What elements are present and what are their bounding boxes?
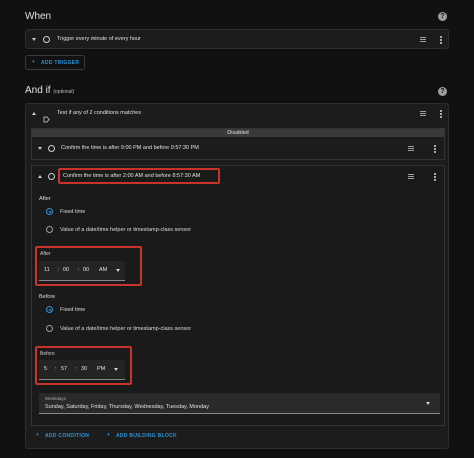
dropdown-arrow-icon[interactable] <box>114 368 118 371</box>
chevron-down-icon[interactable] <box>32 38 36 41</box>
after-second-input[interactable]: 00 <box>83 267 89 273</box>
before-minute-input[interactable]: 57 <box>61 366 67 372</box>
more-options-icon[interactable] <box>440 36 442 45</box>
after-time-picker[interactable]: 11 : 00 : 00 AM <box>39 261 125 281</box>
drag-handle-icon[interactable] <box>420 111 426 117</box>
after-hour-input[interactable]: 11 <box>44 267 50 273</box>
before-section-label: Before <box>39 294 56 300</box>
time-separator: : <box>75 366 77 372</box>
before-fixed-time-label: Fixed time <box>60 307 86 313</box>
chevron-up-icon[interactable] <box>32 112 36 115</box>
time-separator: : <box>78 267 80 273</box>
weekdays-label: Weekdays <box>45 396 66 401</box>
add-building-block-label: ADD BUILDING BLOCK <box>116 433 177 439</box>
or-condition-label: Test if any of 2 conditions matches <box>57 110 142 116</box>
before-fixed-time-radio[interactable] <box>46 306 53 313</box>
plus-icon: + <box>107 432 111 438</box>
clock-icon <box>48 173 55 180</box>
add-condition-label: ADD CONDITION <box>45 433 90 439</box>
condition-1-card: Disabled Confirm the time is after 9:00 … <box>31 128 445 160</box>
clock-icon <box>48 145 55 152</box>
or-condition-card: Test if any of 2 conditions matches Disa… <box>25 103 449 449</box>
before-ampm-select[interactable]: PM <box>97 366 105 372</box>
add-trigger-button[interactable]: + ADD TRIGGER <box>25 55 85 70</box>
before-helper-radio[interactable] <box>46 325 53 332</box>
drag-handle-icon[interactable] <box>420 37 426 43</box>
before-field-label: Before <box>40 351 55 357</box>
and-if-title: And if <box>25 85 51 96</box>
plus-icon: + <box>32 59 36 65</box>
after-section-label: After <box>39 196 51 202</box>
and-if-heading: And if (optional) <box>25 85 74 96</box>
after-ampm-select[interactable]: AM <box>99 267 107 273</box>
before-hour-input[interactable]: 5 <box>44 366 47 372</box>
after-helper-radio[interactable] <box>46 226 53 233</box>
add-condition-button[interactable]: + ADD CONDITION <box>33 429 99 442</box>
add-building-block-button[interactable]: + ADD BUILDING BLOCK <box>104 429 184 442</box>
trigger-row[interactable]: Trigger every minute of every hour <box>25 29 449 49</box>
after-minute-input[interactable]: 00 <box>63 267 69 273</box>
before-time-picker[interactable]: 5 : 57 : 30 PM <box>39 360 125 380</box>
plus-icon: + <box>36 432 40 438</box>
help-icon[interactable]: ? <box>438 12 447 21</box>
dropdown-arrow-icon[interactable] <box>426 402 430 405</box>
time-separator: : <box>58 267 60 273</box>
more-options-icon[interactable] <box>434 145 436 154</box>
or-condition-icon <box>43 110 50 123</box>
add-trigger-label: ADD TRIGGER <box>41 60 80 66</box>
condition-1-label: Confirm the time is after 9:00 PM and be… <box>61 145 199 151</box>
weekdays-select[interactable]: Weekdays Sunday, Saturday, Friday, Thurs… <box>39 393 440 414</box>
condition-2-label: Confirm the time is after 2:00 AM and be… <box>63 173 201 179</box>
drag-handle-icon[interactable] <box>408 146 414 152</box>
weekdays-value: Sunday, Saturday, Friday, Thursday, Wedn… <box>45 404 209 410</box>
and-if-subtitle: (optional) <box>53 89 75 95</box>
trigger-label: Trigger every minute of every hour <box>57 36 141 42</box>
chevron-up-icon[interactable] <box>38 175 42 178</box>
when-heading: When <box>25 11 52 22</box>
chevron-down-icon[interactable] <box>38 147 42 150</box>
after-helper-label: Value of a date/time helper or timestamp… <box>60 227 192 233</box>
after-field-label: After <box>40 251 51 257</box>
after-fixed-time-radio[interactable] <box>46 208 53 215</box>
help-icon[interactable]: ? <box>438 87 447 96</box>
condition-2-card: Confirm the time is after 2:00 AM and be… <box>31 165 445 426</box>
before-second-input[interactable]: 30 <box>81 366 87 372</box>
after-fixed-time-label: Fixed time <box>60 209 86 215</box>
clock-icon <box>43 36 50 43</box>
more-options-icon[interactable] <box>434 173 436 182</box>
dropdown-arrow-icon[interactable] <box>116 269 120 272</box>
more-options-icon[interactable] <box>440 110 442 119</box>
before-helper-label: Value of a date/time helper or timestamp… <box>60 326 192 332</box>
drag-handle-icon[interactable] <box>408 174 414 180</box>
disabled-banner: Disabled <box>32 129 444 137</box>
time-separator: : <box>55 366 57 372</box>
